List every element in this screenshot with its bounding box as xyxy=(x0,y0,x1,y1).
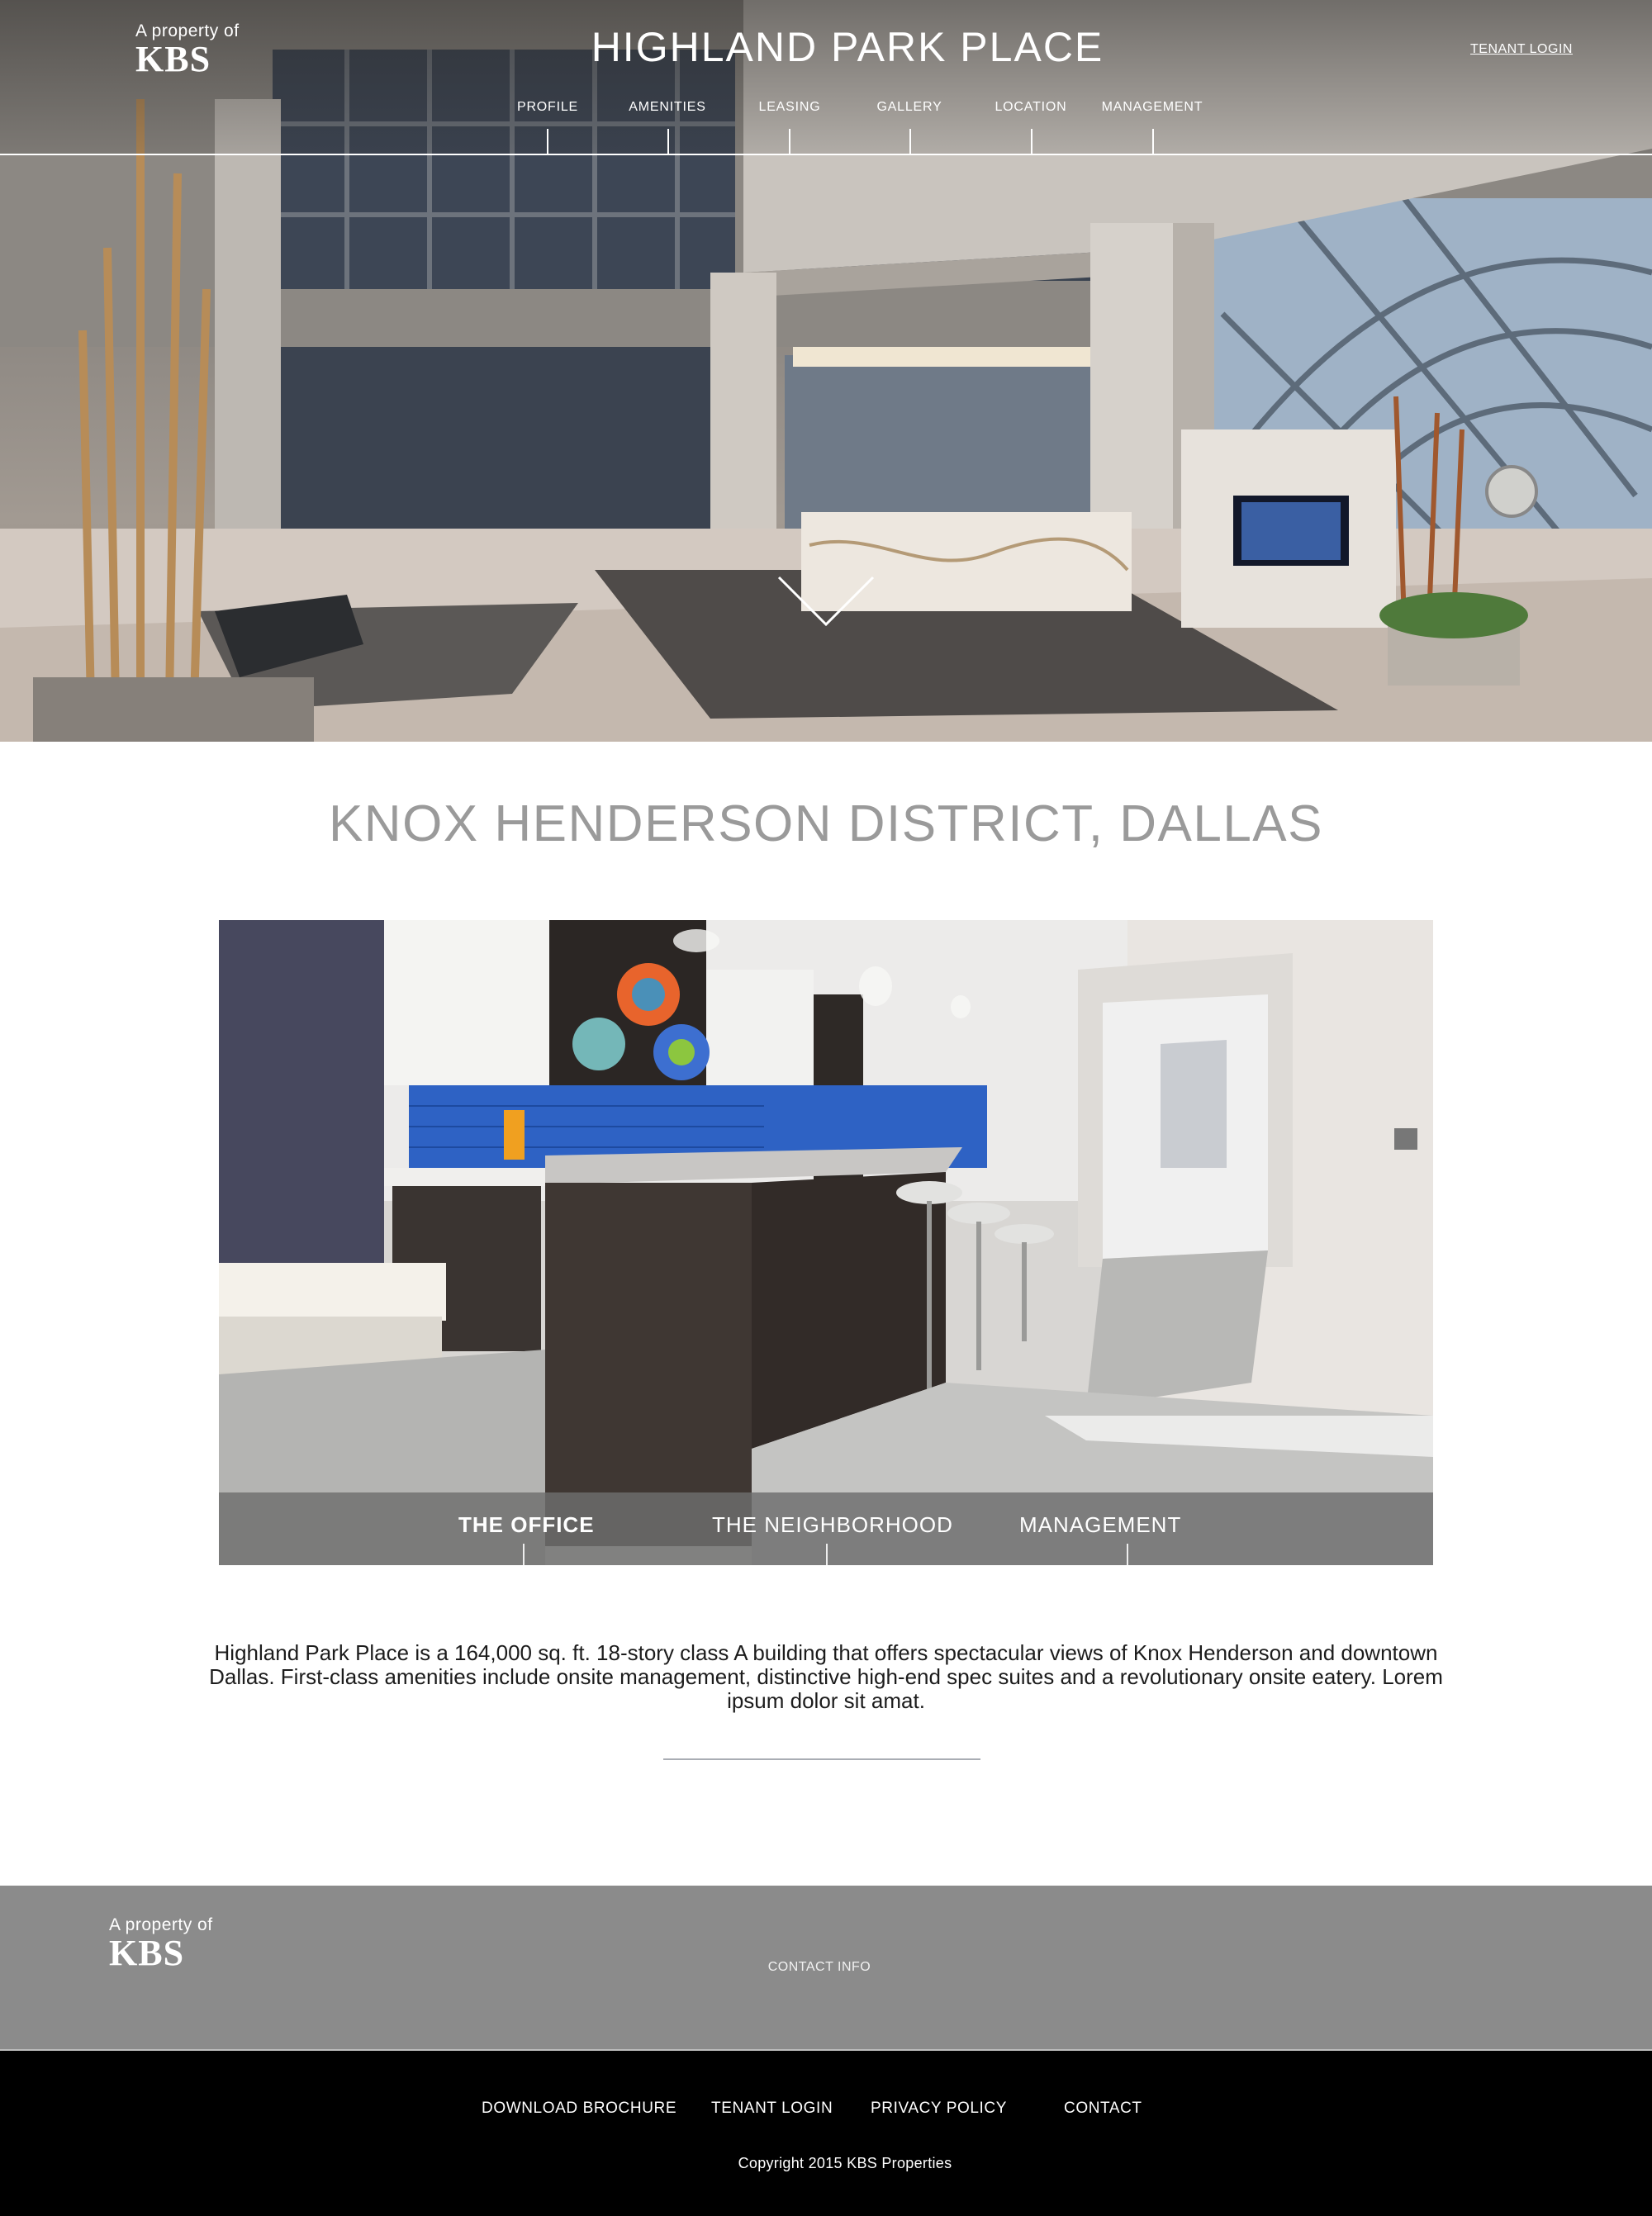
property-description: Highland Park Place is a 164,000 sq. ft.… xyxy=(209,1640,1443,1713)
tab-the-neighborhood[interactable]: THE NEIGHBORHOOD xyxy=(712,1512,953,1538)
nav-tick xyxy=(667,129,669,154)
nav-tick xyxy=(909,129,911,154)
nav-leasing[interactable]: LEASING xyxy=(732,100,847,115)
nav-amenities[interactable]: AMENITIES xyxy=(610,100,725,115)
nav-tick xyxy=(1031,129,1032,154)
contact-info-link[interactable]: CONTACT INFO xyxy=(0,1960,1639,1975)
nav-divider xyxy=(0,154,1652,155)
tab-the-office[interactable]: THE OFFICE xyxy=(458,1512,595,1538)
nav-tick xyxy=(789,129,790,154)
hero-section: A property of KBS HIGHLAND PARK PLACE TE… xyxy=(0,0,1652,742)
section-title: KNOX HENDERSON DISTRICT, DALLAS xyxy=(328,795,1324,852)
tab-tick xyxy=(1127,1544,1128,1565)
nav-location[interactable]: LOCATION xyxy=(973,100,1089,115)
nav-tick xyxy=(1152,129,1154,154)
copyright-text: Copyright 2015 KBS Properties xyxy=(738,2155,952,2171)
tab-management[interactable]: MANAGEMENT xyxy=(1019,1512,1181,1538)
nav-management[interactable]: MANAGEMENT xyxy=(1094,100,1210,115)
feature-tab-bar: THE OFFICE THE NEIGHBORHOOD MANAGEMENT xyxy=(219,1492,1433,1565)
footer-info-bar: A property of KBS CONTACT INFO xyxy=(0,1886,1652,2049)
nav-tick xyxy=(547,129,548,154)
tab-tick xyxy=(523,1544,525,1565)
office-photo xyxy=(219,920,1433,1565)
chevron-down-icon[interactable] xyxy=(776,575,876,629)
footer-tenant-login-link[interactable]: TENANT LOGIN xyxy=(711,2100,833,2118)
download-brochure-link[interactable]: DOWNLOAD BROCHURE xyxy=(482,2100,676,2118)
description-divider xyxy=(663,1758,980,1760)
nav-profile[interactable]: PROFILE xyxy=(490,100,605,115)
contact-link[interactable]: CONTACT xyxy=(1064,2100,1142,2118)
privacy-policy-link[interactable]: PRIVACY POLICY xyxy=(871,2100,1007,2118)
footer-links-bar: DOWNLOAD BROCHURE TENANT LOGIN PRIVACY P… xyxy=(0,2051,1652,2216)
tab-tick xyxy=(826,1544,828,1565)
site-title[interactable]: HIGHLAND PARK PLACE xyxy=(0,23,1652,71)
feature-slider[interactable]: THE OFFICE THE NEIGHBORHOOD MANAGEMENT xyxy=(219,920,1433,1565)
nav-gallery[interactable]: GALLERY xyxy=(852,100,967,115)
tenant-login-link[interactable]: TENANT LOGIN xyxy=(1470,42,1573,57)
